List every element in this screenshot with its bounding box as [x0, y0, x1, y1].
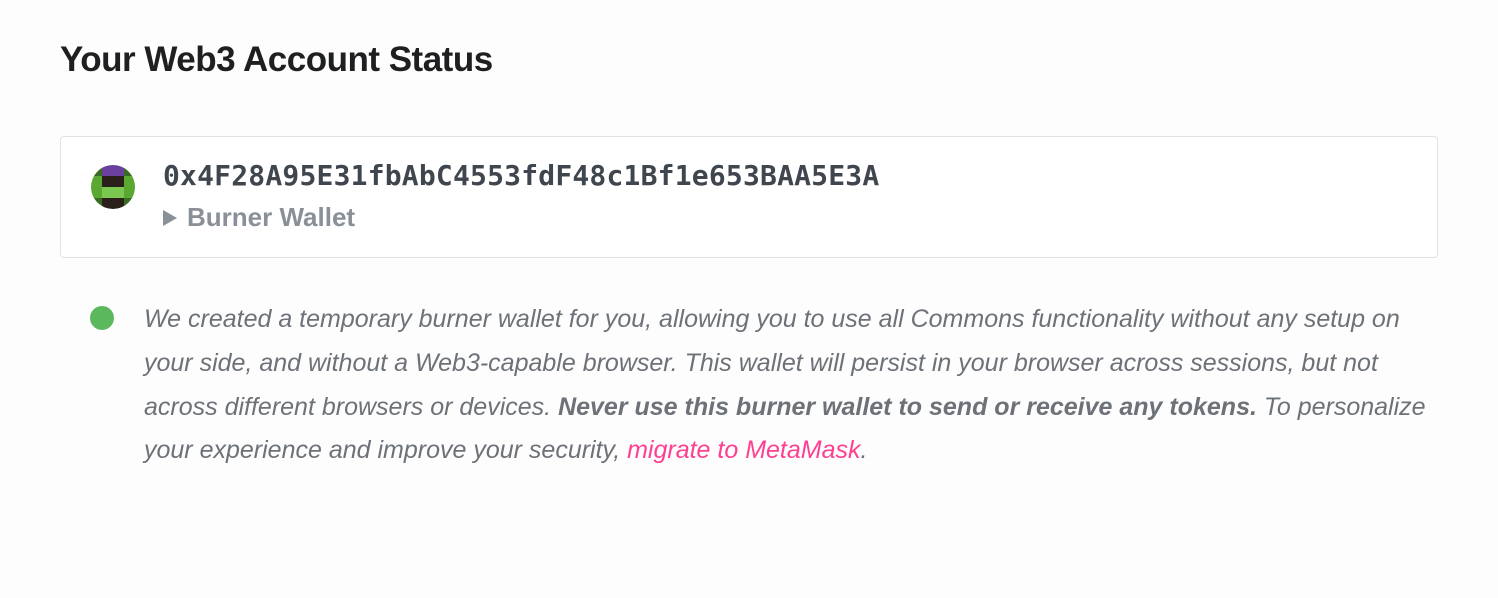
- status-indicator-icon: [90, 306, 114, 330]
- status-text-part3: .: [861, 436, 868, 464]
- chevron-right-icon: [163, 210, 177, 226]
- wallet-type-toggle[interactable]: Burner Wallet: [163, 202, 879, 233]
- wallet-type-label: Burner Wallet: [187, 202, 355, 233]
- status-text-bold: Never use this burner wallet to send or …: [558, 393, 1257, 421]
- status-section: We created a temporary burner wallet for…: [60, 298, 1438, 473]
- migrate-metamask-link[interactable]: migrate to MetaMask: [627, 436, 860, 464]
- page-title: Your Web3 Account Status: [60, 40, 1438, 80]
- account-info: 0x4F28A95E31fbAbC4553fdF48c1Bf1e653BAA5E…: [163, 159, 879, 233]
- wallet-address: 0x4F28A95E31fbAbC4553fdF48c1Bf1e653BAA5E…: [163, 159, 879, 192]
- account-card: 0x4F28A95E31fbAbC4553fdF48c1Bf1e653BAA5E…: [60, 136, 1438, 258]
- status-message: We created a temporary burner wallet for…: [144, 298, 1428, 473]
- wallet-avatar: [91, 165, 135, 209]
